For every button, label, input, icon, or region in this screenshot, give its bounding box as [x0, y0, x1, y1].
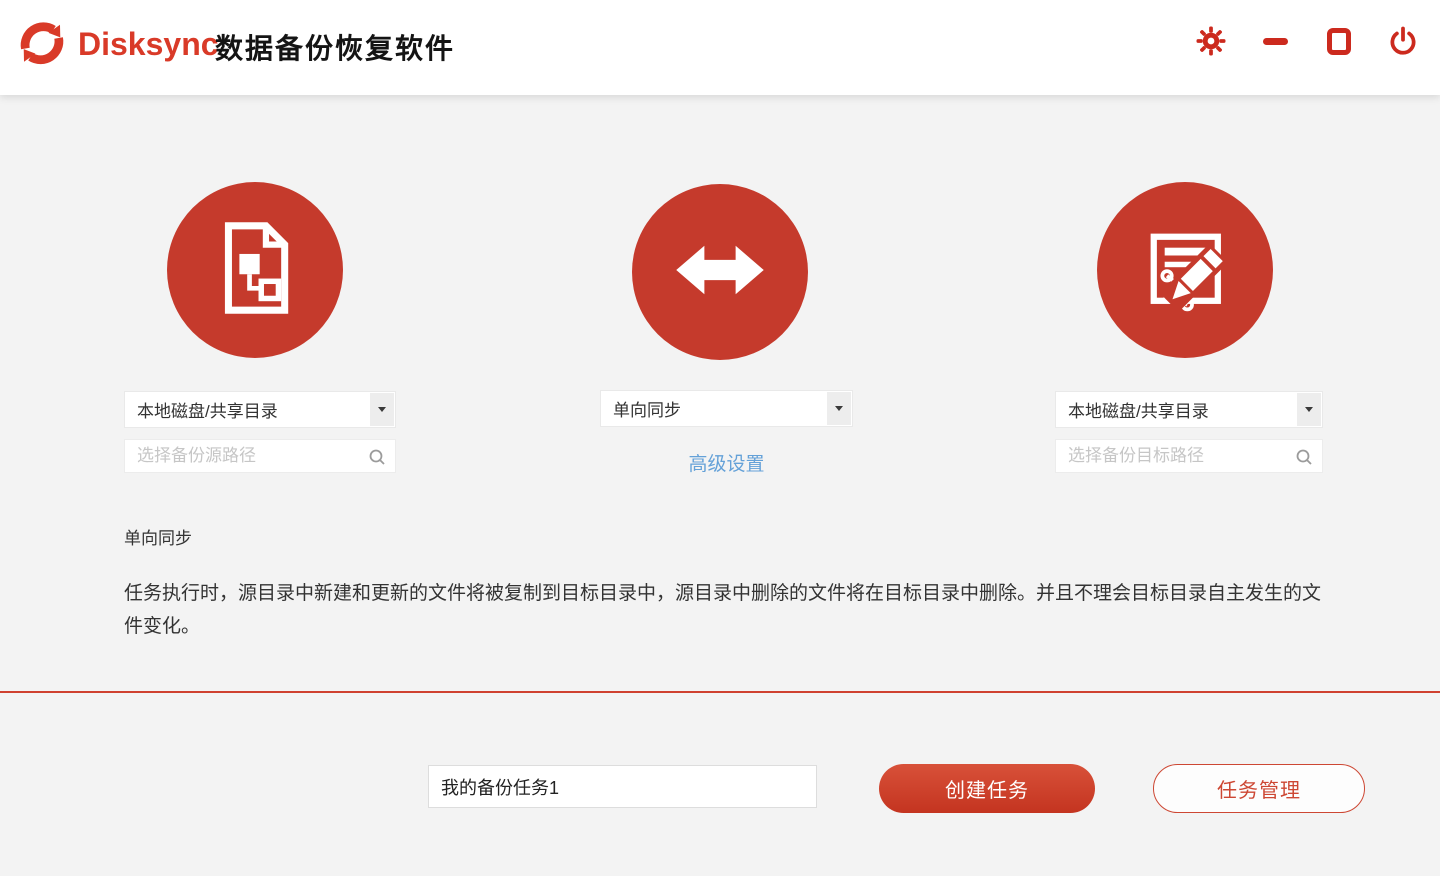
source-type-caret-button[interactable] [370, 393, 394, 426]
target-type-caret-button[interactable] [1297, 393, 1321, 426]
source-circle [167, 182, 343, 358]
target-type-select[interactable]: 本地磁盘/共享目录 [1055, 391, 1323, 428]
window-controls [1196, 0, 1418, 82]
maximize-icon[interactable] [1324, 26, 1354, 56]
target-type-value: 本地磁盘/共享目录 [1056, 397, 1209, 422]
sync-mode-value: 单向同步 [601, 396, 681, 421]
create-task-button[interactable]: 创建任务 [879, 764, 1095, 813]
caret-down-icon [835, 406, 843, 411]
divider [0, 691, 1440, 693]
power-icon[interactable] [1388, 26, 1418, 56]
brand-name: Disksync [78, 26, 219, 63]
source-path-input[interactable] [125, 440, 395, 472]
target-path-field [1055, 439, 1323, 473]
settings-gear-icon[interactable] [1196, 26, 1226, 56]
sync-mode-caret-button[interactable] [827, 392, 851, 425]
task-name-input[interactable] [429, 766, 816, 807]
target-path-input[interactable] [1056, 440, 1322, 472]
document-edit-icon [1135, 218, 1235, 323]
sync-arrows-logo-icon [14, 17, 70, 73]
source-path-field [124, 439, 396, 473]
app-title: 数据备份恢复软件 [215, 27, 455, 67]
task-name-field [428, 765, 817, 808]
title-bar: Disksync 数据备份恢复软件 [0, 0, 1440, 95]
advanced-settings-link[interactable]: 高级设置 [600, 449, 853, 476]
source-type-select[interactable]: 本地磁盘/共享目录 [124, 391, 396, 428]
manage-task-button[interactable]: 任务管理 [1153, 764, 1365, 813]
mode-description-heading: 单向同步 [124, 524, 192, 549]
minimize-icon[interactable] [1260, 26, 1290, 56]
caret-down-icon [1305, 407, 1313, 412]
source-type-value: 本地磁盘/共享目录 [125, 397, 278, 422]
direction-circle [632, 184, 808, 360]
mode-description-body: 任务执行时，源目录中新建和更新的文件将被复制到目标目录中，源目录中删除的文件将在… [124, 577, 1324, 643]
sync-mode-select[interactable]: 单向同步 [600, 390, 853, 427]
file-structure-icon [205, 218, 305, 323]
target-circle [1097, 182, 1273, 358]
double-arrow-icon [670, 220, 770, 325]
caret-down-icon [378, 407, 386, 412]
